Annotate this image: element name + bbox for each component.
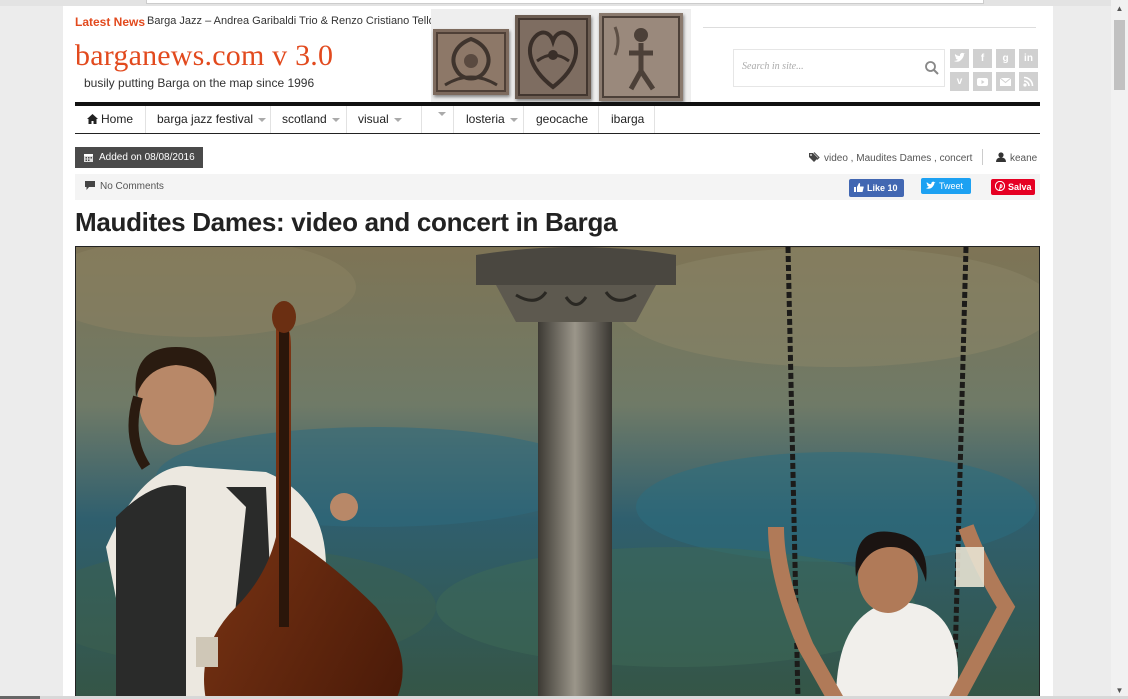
page-container: Latest News Barga Jazz – Andrea Garibald… (63, 6, 1053, 699)
post-date: Added on 08/08/2016 (99, 152, 195, 163)
nav-item-geocache[interactable]: geocache (524, 106, 599, 133)
author-link[interactable]: keane (1010, 153, 1037, 164)
home-icon (87, 114, 98, 124)
nav-item-scotland[interactable]: scotland (271, 106, 347, 133)
facebook-like-label: Like 10 (867, 183, 898, 193)
nav-item-ibarga[interactable]: ibarga (599, 106, 655, 133)
linkedin-icon[interactable]: in (1019, 49, 1038, 68)
tag-icon (809, 152, 820, 162)
tag-separator: , (931, 153, 940, 164)
comments-link[interactable]: No Comments (100, 181, 164, 192)
chevron-down-icon (258, 117, 267, 122)
main-nav: Home barga jazz festival scotland visual… (75, 106, 1040, 134)
search-box (733, 49, 945, 87)
nav-item-visual[interactable]: visual (347, 106, 422, 133)
post-tags: video , Maudites Dames , concert (809, 152, 972, 164)
chevron-down-icon (393, 117, 402, 122)
twitter-bird-icon (926, 181, 936, 189)
facebook-like-button[interactable]: Like 10 (849, 179, 904, 197)
tag-separator: , (847, 153, 857, 164)
nav-item-label: barga jazz festival (157, 112, 254, 126)
header-tiles-image (431, 9, 691, 103)
site-tagline: busily putting Barga on the map since 19… (84, 76, 315, 90)
user-icon (996, 152, 1006, 162)
nav-item-losteria[interactable]: losteria (454, 106, 524, 133)
latest-news-label: Latest News (75, 15, 146, 29)
pinterest-save-button[interactable]: Salva (991, 179, 1035, 195)
nav-item-label: Home (101, 112, 134, 126)
site-logo-title[interactable]: barganews.com v 3.0 (75, 39, 333, 73)
nav-item-label: losteria (466, 112, 505, 126)
rss-icon[interactable] (1019, 72, 1038, 91)
google-plus-icon[interactable]: g (996, 49, 1015, 68)
twitter-icon[interactable] (950, 49, 969, 68)
article-featured-image (75, 246, 1040, 699)
pinterest-icon (994, 180, 1006, 192)
tag-link-concert[interactable]: concert (940, 153, 973, 164)
vimeo-icon[interactable]: v (950, 72, 969, 91)
comment-icon (85, 181, 95, 190)
tag-link-video[interactable]: video (824, 153, 848, 164)
chevron-down-icon (509, 117, 518, 122)
nav-item-home[interactable]: Home (75, 106, 146, 133)
tile-image-3 (599, 13, 683, 101)
nav-item-label: ibarga (611, 112, 645, 126)
post-author: keane (996, 152, 1037, 164)
vertical-scrollbar[interactable]: ▲ ▼ (1111, 0, 1128, 699)
chevron-down-icon (331, 117, 340, 122)
chevron-down-icon (438, 112, 446, 116)
meta-divider (982, 149, 983, 165)
thumbs-up-icon (854, 183, 864, 192)
nav-item-barga-jazz-festival[interactable]: barga jazz festival (146, 106, 271, 133)
facebook-icon[interactable]: f (973, 49, 992, 68)
pinterest-label: Salva (1008, 182, 1032, 192)
nav-item-label: scotland (282, 112, 327, 126)
scrollbar-thumb[interactable] (1114, 20, 1125, 90)
scroll-up-arrow-icon[interactable]: ▲ (1111, 0, 1128, 17)
search-button[interactable] (924, 60, 940, 76)
search-input[interactable] (740, 60, 924, 73)
header-divider (703, 27, 1036, 28)
tweet-button[interactable]: Tweet (921, 178, 971, 194)
social-links: f g in v (950, 49, 1038, 93)
article-title: Maudites Dames: video and concert in Bar… (75, 207, 618, 237)
tile-image-2 (515, 15, 591, 99)
tag-link-maudites-dames[interactable]: Maudites Dames (856, 153, 931, 164)
tile-image-1 (433, 29, 509, 95)
latest-news-headline[interactable]: Barga Jazz – Andrea Garibaldi Trio & Ren… (147, 15, 440, 27)
nav-item-label: visual (358, 112, 389, 126)
email-icon[interactable] (996, 72, 1015, 91)
youtube-icon[interactable] (973, 72, 992, 91)
browser-address-frame (146, 0, 984, 4)
comments-count: No Comments (85, 181, 164, 192)
nav-item-label: geocache (536, 112, 589, 126)
nav-item-empty-dropdown[interactable] (422, 106, 454, 133)
search-icon (925, 61, 939, 75)
calendar-icon (84, 154, 93, 162)
tweet-label: Tweet (939, 181, 964, 191)
post-date-badge: Added on 08/08/2016 (75, 147, 203, 168)
